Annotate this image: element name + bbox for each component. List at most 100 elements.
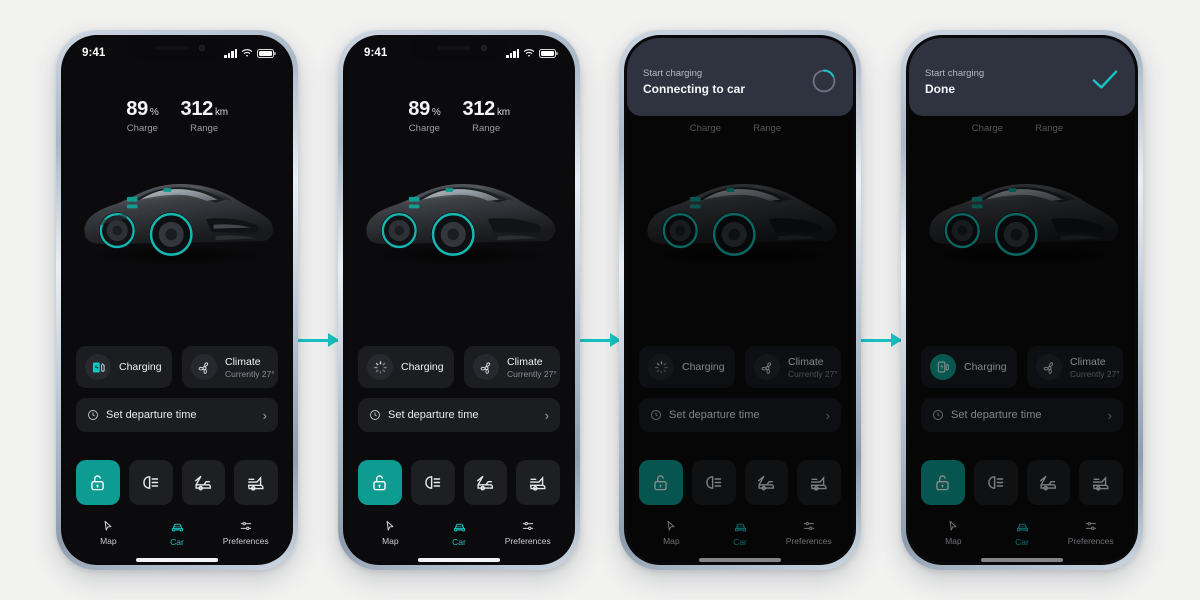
tab-map[interactable]: Map	[919, 519, 988, 547]
clock-icon	[88, 410, 98, 421]
phone-bezel: 89% Charge 312km Range	[61, 35, 293, 565]
climate-fan-icon	[473, 354, 499, 381]
control-tiles: Charging Climate Currently 27°	[346, 346, 572, 389]
charge-value: 89	[126, 98, 148, 120]
chevron-right-icon: ›	[544, 407, 549, 423]
car-hood-open-icon	[1040, 475, 1057, 491]
tab-car-label: Car	[733, 537, 747, 548]
spinner-glyph	[654, 361, 668, 374]
quick-action-headlights[interactable]	[410, 460, 455, 506]
charging-tile-label: Charging	[119, 361, 162, 374]
climate-tile[interactable]: Climate Currently 27°	[745, 346, 841, 389]
chevron-right-icon: ›	[262, 407, 267, 423]
tab-preferences-label: Preferences	[504, 536, 551, 547]
control-tiles: Charging Climate Currently 27°	[627, 346, 853, 389]
quick-actions	[909, 460, 1135, 506]
charging-tile[interactable]: Charging	[358, 346, 454, 389]
quick-action-headlights[interactable]	[973, 460, 1018, 506]
quick-action-trunk[interactable]	[234, 460, 278, 506]
status-banner-connecting[interactable]: Start charging Connecting to car	[627, 38, 853, 116]
tab-map[interactable]: Map	[637, 519, 706, 547]
charging-tile-text: Charging	[964, 361, 1007, 373]
set-departure-time-row[interactable]: Set departure time ›	[921, 398, 1123, 433]
car-illustration	[346, 144, 572, 294]
tab-preferences[interactable]: Preferences	[493, 519, 562, 547]
climate-tile-sub: Currently 27°	[788, 368, 838, 379]
bottom-tab-bar: Map Car Preferences	[346, 519, 572, 547]
departure-label: Set departure time	[951, 409, 1042, 422]
charge-unit: %	[149, 107, 159, 118]
ev-charger-icon	[930, 354, 956, 381]
status-icons	[224, 48, 276, 58]
quick-actions	[346, 460, 572, 506]
charging-tile[interactable]: Charging	[76, 346, 172, 389]
tab-car-label: Car	[1015, 537, 1029, 548]
climate-tile-sub: Currently 27°	[507, 368, 557, 379]
quick-action-trunk[interactable]	[797, 460, 841, 506]
quick-action-trunk[interactable]	[516, 460, 560, 506]
layout-spacer	[346, 294, 572, 346]
sliders-icon	[240, 522, 251, 531]
charging-tile[interactable]: Charging	[921, 346, 1017, 389]
tab-preferences[interactable]: Preferences	[774, 519, 843, 547]
quick-action-headlights[interactable]	[128, 460, 173, 506]
climate-tile[interactable]: Climate Currently 27°	[182, 346, 278, 389]
tab-car[interactable]: Car	[425, 519, 494, 547]
quick-action-unlock[interactable]	[921, 460, 965, 506]
charge-value: 89	[408, 98, 430, 120]
status-bar: 9:41	[64, 38, 290, 64]
range-value: 312	[462, 98, 496, 120]
car-app-screen: 89% Charge 312km Range	[346, 38, 572, 562]
car-hood-open-icon	[477, 475, 494, 491]
tab-car[interactable]: Car	[988, 519, 1057, 547]
set-departure-time-row[interactable]: Set departure time ›	[76, 398, 278, 433]
climate-tile[interactable]: Climate Currently 27°	[1027, 346, 1123, 389]
quick-action-unlock[interactable]	[639, 460, 683, 506]
car-render-svg	[929, 184, 1119, 267]
quick-action-hood[interactable]	[181, 460, 226, 506]
climate-tile-text: Climate Currently 27°	[225, 356, 275, 379]
charging-tile[interactable]: Charging	[639, 346, 735, 389]
set-departure-time-row[interactable]: Set departure time ›	[358, 398, 560, 433]
charge-label: Charge	[126, 123, 158, 134]
climate-tile[interactable]: Climate Currently 27°	[464, 346, 560, 389]
tab-preferences-label: Preferences	[785, 536, 832, 547]
car-icon	[171, 524, 183, 532]
phone-frame-1: 89% Charge 312 km Range Charging Climate…	[56, 30, 298, 570]
car-illustration	[64, 144, 290, 294]
phone-screen-2: 89% Charge 312 km Range Charging Climate…	[346, 38, 572, 562]
quick-action-headlights[interactable]	[691, 460, 736, 506]
tab-preferences[interactable]: Preferences	[1056, 519, 1125, 547]
quick-action-unlock[interactable]	[358, 460, 402, 506]
charging-tile-label: Charging	[401, 361, 444, 374]
set-departure-time-row[interactable]: Set departure time ›	[639, 398, 841, 433]
status-icons	[506, 48, 558, 58]
tab-car[interactable]: Car	[143, 519, 212, 547]
home-indicator	[699, 558, 781, 562]
status-banner-done[interactable]: Start charging Done	[909, 38, 1135, 116]
tab-preferences[interactable]: Preferences	[211, 519, 280, 547]
quick-action-trunk[interactable]	[1079, 460, 1123, 506]
phone-bezel: 89% Charge 312km Range	[343, 35, 575, 565]
climate-tile-sub: Currently 27°	[1070, 368, 1120, 379]
charge-stat: 89% Charge	[408, 98, 441, 134]
tab-map[interactable]: Map	[356, 519, 425, 547]
phone-frame-2: 89% Charge 312 km Range Charging Climate…	[338, 30, 580, 570]
charging-tile-label: Charging	[964, 361, 1007, 374]
climate-tile-text: Climate Currently 27°	[507, 356, 557, 379]
quick-action-hood[interactable]	[463, 460, 508, 506]
range-stat: 312km Range	[181, 98, 229, 134]
departure-label: Set departure time	[106, 409, 197, 422]
tab-car-label: Car	[452, 537, 466, 548]
tab-car[interactable]: Car	[706, 519, 775, 547]
tab-map[interactable]: Map	[74, 519, 143, 547]
sliders-icon	[522, 522, 533, 531]
quick-action-hood[interactable]	[1026, 460, 1071, 506]
car-trunk-open-icon	[529, 476, 546, 491]
sliders-icon	[1085, 522, 1096, 531]
bottom-tab-bar: Map Car Preferences	[909, 519, 1135, 547]
car-illustration	[909, 144, 1135, 294]
quick-action-unlock[interactable]	[76, 460, 120, 506]
loading-spinner-icon	[648, 354, 674, 381]
quick-action-hood[interactable]	[744, 460, 789, 506]
